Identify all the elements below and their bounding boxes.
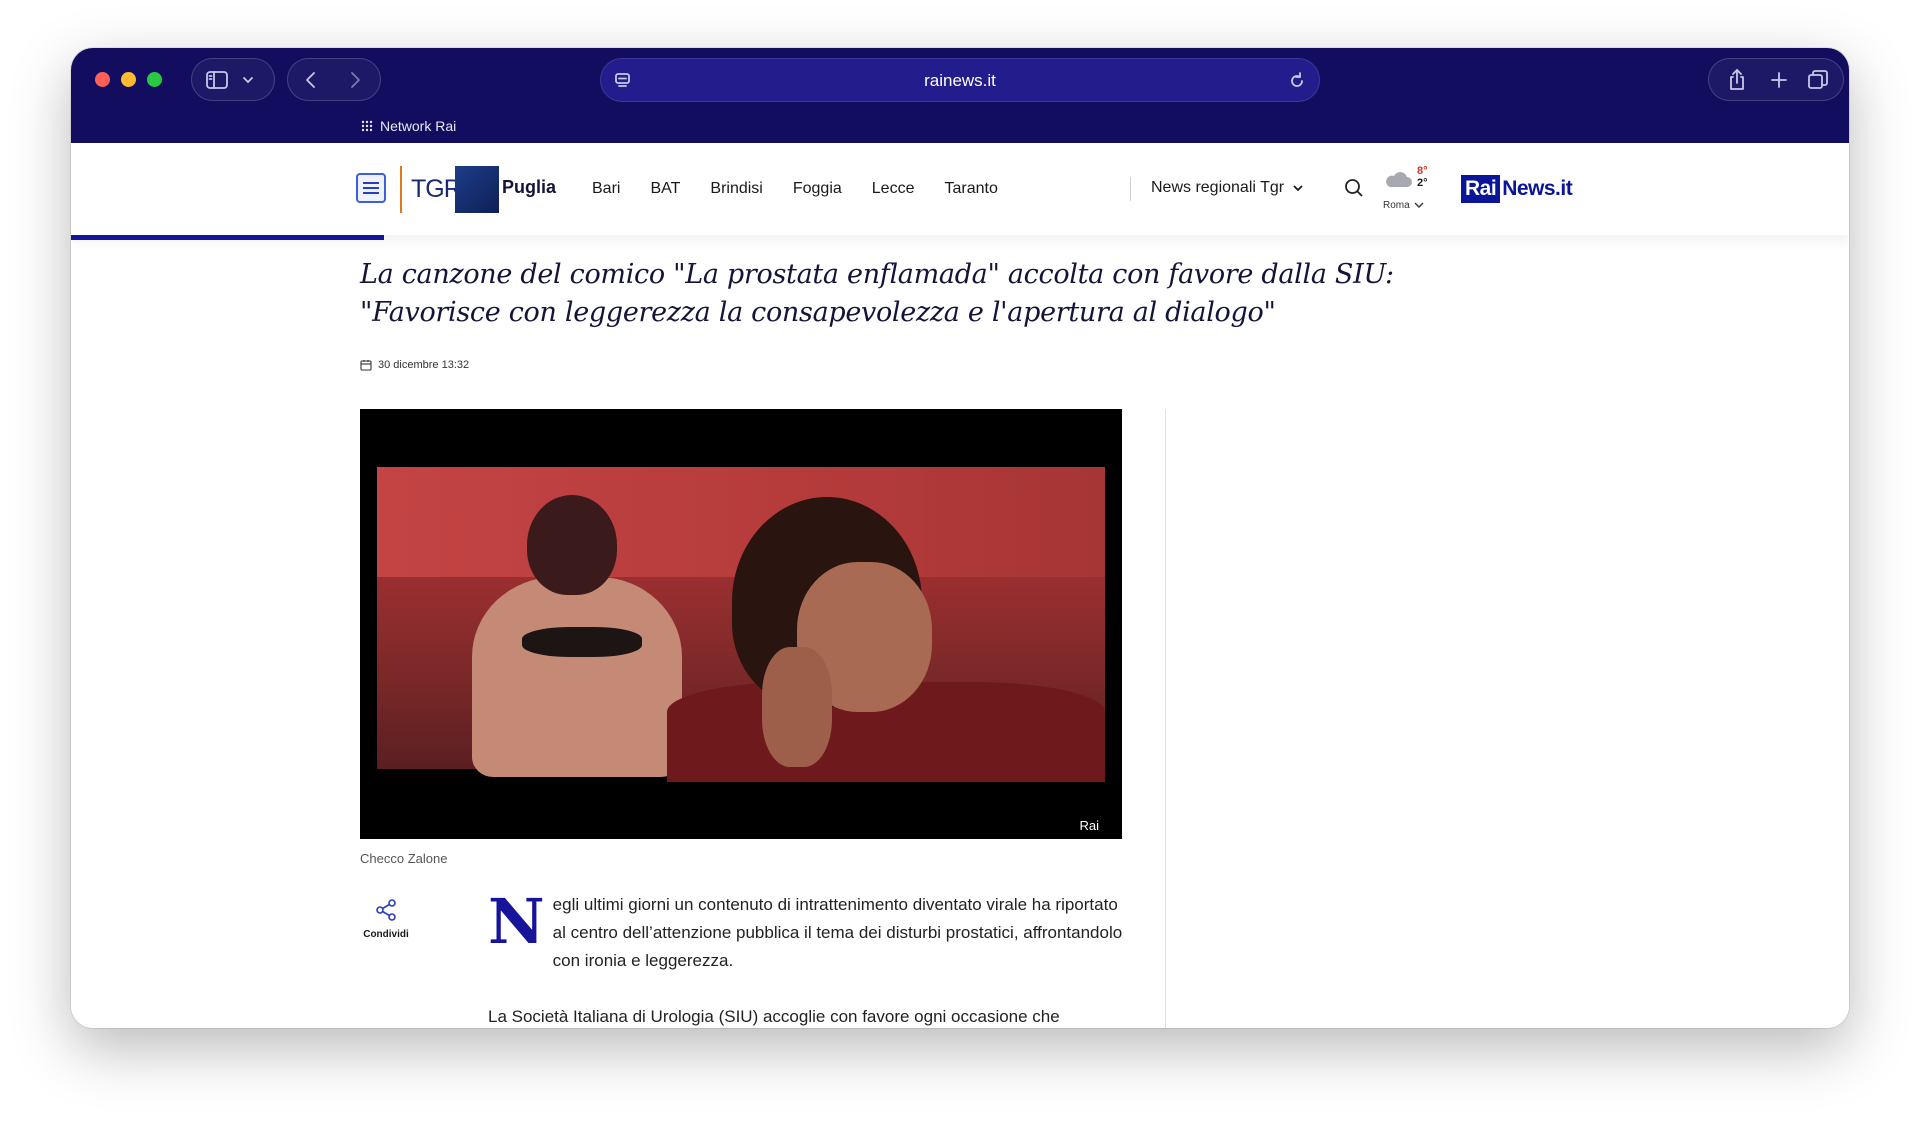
calendar-icon: [360, 360, 372, 371]
window-controls: [95, 72, 162, 87]
rainews-logo[interactable]: Rai News.it: [1461, 171, 1573, 207]
reading-progress-bar: [71, 235, 384, 240]
rai-logo-text: Rai: [1461, 175, 1501, 203]
nav-link-brindisi[interactable]: Brindisi: [710, 180, 762, 198]
article-body: Negli ultimi giorni un contenuto di intr…: [488, 891, 1128, 1028]
news-logo-text: News.it: [1502, 177, 1573, 200]
share-button[interactable]: Condividi: [360, 898, 412, 940]
browser-toolbar: rainews.it Network Rai: [71, 48, 1849, 143]
forward-arrow-icon[interactable]: [348, 70, 362, 90]
tab-overview-icon[interactable]: [1807, 69, 1829, 91]
share-icon[interactable]: [1727, 68, 1747, 92]
nav-link-foggia[interactable]: Foggia: [793, 180, 842, 198]
address-url: rainews.it: [924, 71, 996, 90]
nav-link-taranto[interactable]: Taranto: [944, 180, 997, 198]
zoom-window-button[interactable]: [147, 72, 162, 87]
chevron-down-icon: [1292, 184, 1304, 192]
regional-news-label: News regionali Tgr: [1151, 179, 1285, 196]
bookmark-label: Network Rai: [380, 118, 457, 134]
paragraph-text: egli ultimi giorni un contenuto di intra…: [552, 895, 1123, 970]
share-label: Condividi: [363, 929, 409, 940]
site-header: TGR Puglia Bari BAT Brindisi Foggia Lecc…: [71, 143, 1849, 235]
weather-low: 2°: [1417, 177, 1428, 189]
tgr-logo-text: TGR: [411, 175, 462, 203]
article-date-text: 30 dicembre 13:32: [378, 359, 470, 371]
nav-link-bat[interactable]: BAT: [650, 180, 680, 198]
column-divider: [1165, 409, 1166, 1028]
nav-divider: [1130, 177, 1131, 201]
drop-cap: N: [488, 885, 545, 958]
search-icon[interactable]: [1343, 177, 1365, 204]
nav-link-bari[interactable]: Bari: [592, 180, 620, 198]
hamburger-menu-button[interactable]: [356, 173, 386, 203]
address-bar[interactable]: rainews.it: [600, 58, 1320, 102]
weather-high: 8°: [1417, 165, 1428, 177]
close-window-button[interactable]: [95, 72, 110, 87]
tgr-logo[interactable]: TGR: [400, 166, 499, 213]
sidebar-icon[interactable]: [205, 70, 229, 90]
chevron-down-icon: [1414, 202, 1424, 208]
web-page: TGR Puglia Bari BAT Brindisi Foggia Lecc…: [71, 143, 1849, 1028]
nav-link-lecce[interactable]: Lecce: [872, 180, 915, 198]
browser-window: rainews.it Network Rai TGR Puglia Bari B…: [71, 48, 1849, 1028]
reload-icon[interactable]: [1287, 71, 1307, 91]
article-date: 30 dicembre 13:32: [360, 359, 469, 371]
article-title: La canzone del comico "La prostata enfla…: [360, 259, 1394, 328]
video-watermark: Rai: [1079, 818, 1099, 833]
sidebar-toggle-group: [191, 58, 275, 101]
article-paragraph: Negli ultimi giorni un contenuto di intr…: [488, 891, 1128, 975]
video-player[interactable]: Rai: [360, 409, 1122, 839]
cloud-icon: [1386, 172, 1412, 187]
grid-icon: [361, 120, 373, 132]
back-arrow-icon[interactable]: [304, 70, 318, 90]
weather-widget[interactable]: 8° 2° Roma: [1383, 165, 1435, 217]
history-nav-group: [287, 58, 381, 101]
city-nav: Bari BAT Brindisi Foggia Lecce Taranto: [592, 180, 1028, 198]
weather-city: Roma: [1383, 200, 1424, 211]
new-tab-icon[interactable]: [1769, 70, 1789, 90]
weather-city-label: Roma: [1383, 200, 1410, 211]
region-title[interactable]: Puglia: [502, 177, 556, 198]
chevron-down-icon[interactable]: [241, 75, 255, 85]
video-caption: Checco Zalone: [360, 851, 448, 866]
article-paragraph: La Società Italiana di Urologia (SIU) ac…: [488, 1007, 1060, 1026]
share-nodes-icon: [376, 899, 396, 921]
regional-news-dropdown[interactable]: News regionali Tgr: [1151, 179, 1304, 197]
window-actions-group: [1708, 58, 1844, 101]
video-frame: [377, 467, 1105, 782]
bookmark-network-rai[interactable]: Network Rai: [361, 118, 456, 134]
minimize-window-button[interactable]: [121, 72, 136, 87]
